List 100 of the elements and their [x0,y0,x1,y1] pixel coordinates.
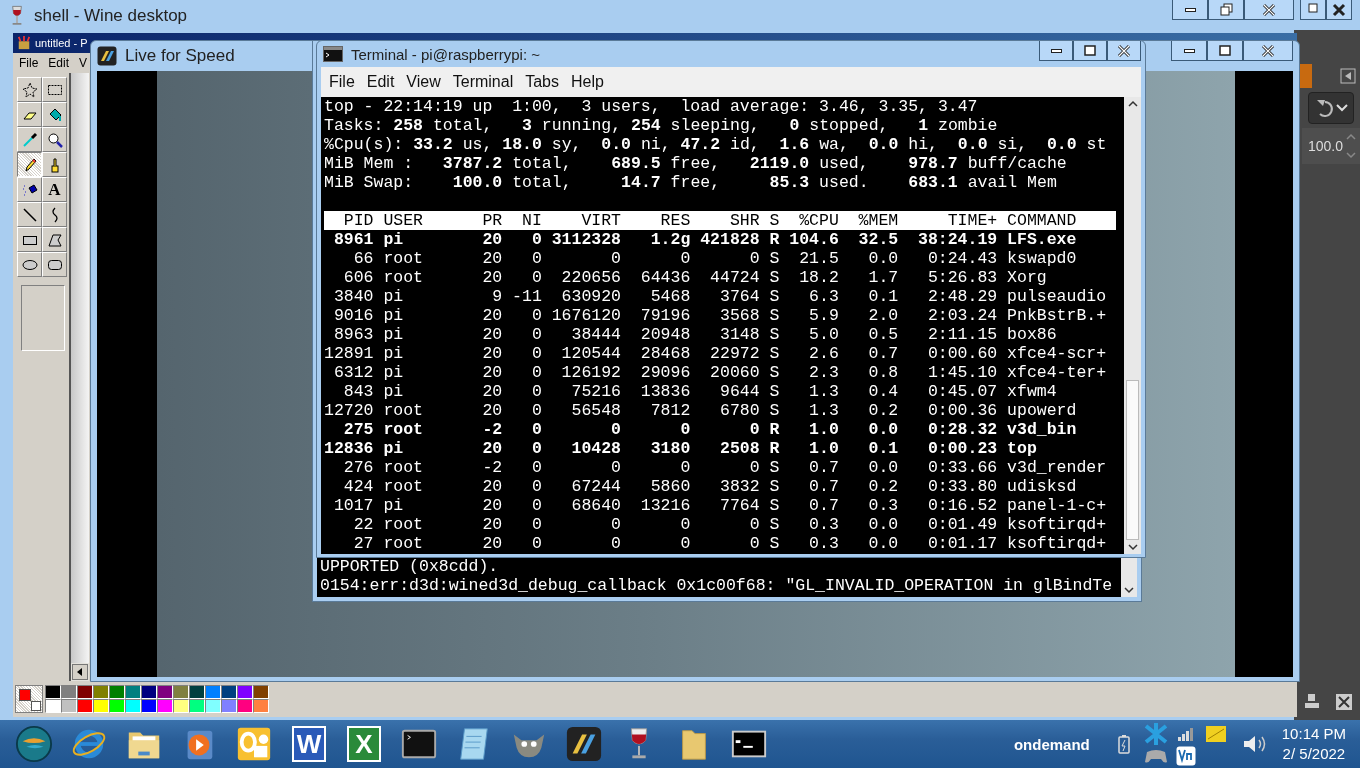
table-cell-text: 0 [679,249,691,268]
color-swatch[interactable] [125,699,141,713]
remote-desktop-icon[interactable] [1175,746,1196,766]
table-cell-text: 5.0 [808,325,839,344]
number-field[interactable]: 100.0 [1302,128,1360,164]
table-cell-text: 1017 [332,496,374,515]
table-cell-text: -2 [481,420,503,439]
close-button[interactable] [1107,41,1141,61]
gamepad-icon[interactable] [1143,748,1168,764]
color-swatch[interactable] [45,699,61,713]
scrollbar[interactable] [1121,557,1137,597]
battery-icon[interactable] [1117,734,1130,754]
minimize-button[interactable] [1172,0,1208,20]
table-cell-text: R [768,230,780,249]
color-swatch[interactable] [93,685,109,699]
color-swatch[interactable] [221,685,237,699]
color-swatch[interactable] [237,685,253,699]
color-swatch[interactable] [205,685,221,699]
color-swatch[interactable] [237,699,253,713]
close-button[interactable] [1244,0,1294,20]
signal-icon[interactable] [1176,727,1195,741]
color-swatch[interactable] [61,699,77,713]
color-swatch[interactable] [189,699,205,713]
menu-item[interactable]: Edit [48,56,70,70]
table-cell-text: 843 [342,382,374,401]
close-button[interactable] [1326,0,1352,20]
restore-button[interactable] [1208,0,1244,20]
minimize-button[interactable] [1171,41,1207,61]
table-cell-text: LFS.exe [1006,230,1078,249]
menu-item[interactable]: File [19,56,39,70]
color-swatch[interactable] [61,685,77,699]
reset-button[interactable] [1308,92,1354,124]
horizontal-scrollbar[interactable] [71,663,89,681]
menu-item[interactable]: Edit [366,73,395,91]
table-cell-text: 0 [530,344,542,363]
table-cell-text: pi [382,439,405,458]
color-swatch[interactable] [205,699,221,713]
table-cell-text: 2.3 [808,363,839,382]
table-cell-text: kswapd0 [1006,249,1078,268]
color-swatch[interactable] [77,685,93,699]
color-swatch[interactable] [189,685,205,699]
color-swatch[interactable] [173,699,189,713]
menu-item[interactable]: Terminal [452,73,514,91]
scrollbar[interactable] [1124,97,1141,554]
color-swatch[interactable] [109,699,125,713]
tool-button[interactable] [17,152,42,177]
menu-item[interactable]: File [329,73,355,91]
star-icon[interactable] [1143,722,1168,746]
dropper-icon [21,131,38,148]
color-swatch[interactable] [221,699,237,713]
color-swatch[interactable] [125,685,141,699]
color-swatch[interactable] [253,685,269,699]
menu-item[interactable]: Tabs [525,73,559,91]
color-swatch[interactable] [93,699,109,713]
cpu-governor-label[interactable]: ondemand [1013,735,1090,753]
color-swatch[interactable] [157,699,173,713]
table-cell-text: 20 [481,230,503,249]
color-swatch[interactable] [77,699,93,713]
maximize-button[interactable] [1073,41,1107,61]
current-colors[interactable] [15,685,43,713]
color-swatch[interactable] [173,685,189,699]
table-cell-text: 20 [481,515,503,534]
column-header: %MEM [857,211,899,230]
color-swatch[interactable] [157,685,173,699]
minimize-button[interactable] [1039,41,1073,61]
column-header: USER [382,211,424,230]
table-cell-text: 20 [481,382,503,401]
volume-icon[interactable] [1241,733,1268,755]
wine-glass-icon [10,5,24,27]
clock[interactable]: 10:14 PM 2/ 5/2022 [1281,724,1346,764]
table-cell-text: 0 [530,382,542,401]
table-cell-text: 0.7 [808,477,839,496]
table-cell-text: 120544 [560,344,621,363]
column-header: SHR [728,211,760,230]
table-cell-text: ksoftirqd+ [1006,515,1107,534]
color-swatch[interactable] [141,699,157,713]
table-cell-text: xfwm4 [1006,382,1058,401]
table-cell-text: 0:33.80 [926,477,998,496]
table-cell-text: S [768,306,780,325]
table-cell-text: 1.3 [808,382,839,401]
color-swatch[interactable] [109,685,125,699]
table-cell-text: 0 [530,230,542,249]
table-cell-text: 0.8 [867,363,899,382]
table-cell-text: 0.7 [808,458,839,477]
menu-item[interactable]: V [79,56,88,70]
color-swatch[interactable] [141,685,157,699]
table-cell-text: 5.9 [808,306,839,325]
menu-item[interactable]: View [406,73,441,91]
close-button[interactable] [1243,41,1293,61]
color-swatch[interactable] [253,699,269,713]
menu-item[interactable]: Help [571,73,604,91]
table-cell-text: 0:01.49 [926,515,998,534]
color-swatch[interactable] [45,685,61,699]
table-cell-text: root [382,534,424,553]
maximize-button[interactable] [1207,41,1243,61]
restore-button[interactable] [1300,0,1326,20]
table-cell-text: S [768,249,780,268]
table-cell-text: 630920 [560,287,621,306]
tool-button[interactable]: A [42,177,67,202]
note-icon[interactable] [1204,725,1227,743]
